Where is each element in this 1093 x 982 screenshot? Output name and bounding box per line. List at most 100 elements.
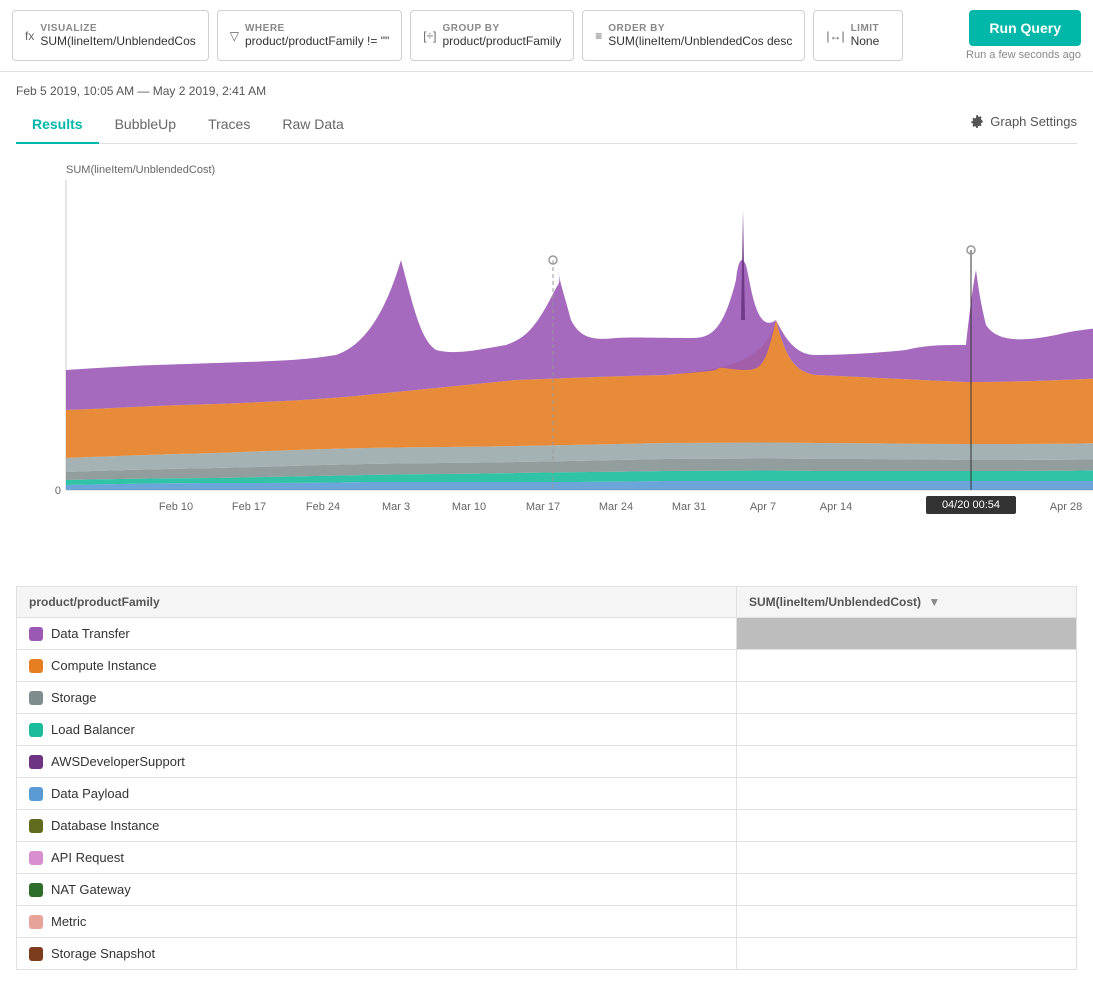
table-row: Storage (17, 682, 1077, 714)
row-label-aws-developer-support: AWSDeveloperSupport (17, 746, 737, 778)
row-label-storage-snapshot: Storage Snapshot (17, 938, 737, 970)
chart-svg: 0 04/20 0 (66, 180, 1093, 530)
svg-text:0: 0 (55, 485, 61, 497)
chart-y-label: SUM(lineItem/UnblendedCost) (66, 164, 1077, 176)
table-row: Compute Instance (17, 650, 1077, 682)
where-value: product/productFamily != "" (245, 34, 389, 48)
row-value-data-transfer (737, 618, 1077, 650)
orderby-label: ORDER BY (608, 23, 792, 34)
svg-text:Mar 3: Mar 3 (382, 501, 410, 513)
color-swatch-data-transfer (29, 627, 43, 641)
row-value-load-balancer (737, 714, 1077, 746)
svg-text:Mar 24: Mar 24 (599, 501, 633, 513)
tab-bubbleup[interactable]: BubbleUp (99, 108, 193, 144)
tab-results[interactable]: Results (16, 108, 99, 144)
table-row: Data Payload (17, 778, 1077, 810)
svg-text:Apr 28: Apr 28 (1050, 501, 1082, 513)
row-value-storage (737, 682, 1077, 714)
svg-text:Apr 7: Apr 7 (750, 501, 776, 513)
color-swatch-api-request (29, 851, 43, 865)
data-table: product/productFamily SUM(lineItem/Unble… (16, 586, 1077, 970)
graph-settings-button[interactable]: Graph Settings (969, 114, 1077, 130)
toolbar: fx VISUALIZE SUM(lineItem/UnblendedCos ▽… (0, 0, 1093, 72)
groupby-label: GROUP BY (443, 23, 562, 34)
color-swatch-database-instance (29, 819, 43, 833)
table-row: Storage Snapshot (17, 938, 1077, 970)
tabs-right: Graph Settings (969, 114, 1077, 138)
row-value-storage-snapshot (737, 938, 1077, 970)
where-icon: ▽ (230, 29, 239, 43)
row-value-database-instance (737, 810, 1077, 842)
table-row: Data Transfer (17, 618, 1077, 650)
tab-rawdata[interactable]: Raw Data (266, 108, 359, 144)
run-time: Run a few seconds ago (966, 49, 1081, 61)
row-label-storage: Storage (17, 682, 737, 714)
where-label: WHERE (245, 23, 389, 34)
col1-header[interactable]: product/productFamily (17, 587, 737, 618)
row-label-load-balancer: Load Balancer (17, 714, 737, 746)
row-value-compute-instance (737, 650, 1077, 682)
visualize-value: SUM(lineItem/UnblendedCos (40, 34, 195, 48)
limit-content: LIMIT None (851, 23, 880, 48)
limit-value: None (851, 34, 880, 48)
svg-text:Feb 24: Feb 24 (306, 501, 340, 513)
svg-text:Apr 14: Apr 14 (820, 501, 852, 513)
where-section[interactable]: ▽ WHERE product/productFamily != "" (217, 10, 402, 61)
table-row: AWSDeveloperSupport (17, 746, 1077, 778)
row-label-data-payload: Data Payload (17, 778, 737, 810)
row-label-data-transfer: Data Transfer (17, 618, 737, 650)
color-swatch-load-balancer (29, 723, 43, 737)
gear-icon (969, 114, 985, 130)
table-row: Load Balancer (17, 714, 1077, 746)
color-swatch-compute-instance (29, 659, 43, 673)
color-swatch-storage-snapshot (29, 947, 43, 961)
orderby-content: ORDER BY SUM(lineItem/UnblendedCos desc (608, 23, 792, 48)
row-label-compute-instance: Compute Instance (17, 650, 737, 682)
groupby-section[interactable]: [÷] GROUP BY product/productFamily (410, 10, 574, 61)
groupby-content: GROUP BY product/productFamily (443, 23, 562, 48)
tab-traces[interactable]: Traces (192, 108, 266, 144)
row-value-aws-developer-support (737, 746, 1077, 778)
color-swatch-metric (29, 915, 43, 929)
graph-settings-label: Graph Settings (990, 114, 1077, 129)
visualize-icon: fx (25, 29, 34, 43)
svg-text:Mar 17: Mar 17 (526, 501, 560, 513)
limit-icon: |↔| (826, 29, 844, 43)
visualize-content: VISUALIZE SUM(lineItem/UnblendedCos (40, 23, 195, 48)
chart-container: SUM(lineItem/UnblendedCost) 0 (16, 156, 1077, 570)
limit-section[interactable]: |↔| LIMIT None (813, 10, 903, 61)
svg-text:Feb 17: Feb 17 (232, 501, 266, 513)
tabs: Results BubbleUp Traces Raw Data Graph S… (16, 108, 1077, 144)
color-swatch-storage (29, 691, 43, 705)
svg-text:Feb 10: Feb 10 (159, 501, 193, 513)
groupby-icon: [÷] (423, 29, 436, 43)
svg-text:04/20 00:54: 04/20 00:54 (942, 499, 1000, 511)
orderby-icon: ≡ (595, 29, 602, 43)
svg-text:Mar 10: Mar 10 (452, 501, 486, 513)
orderby-value: SUM(lineItem/UnblendedCos desc (608, 34, 792, 48)
visualize-section[interactable]: fx VISUALIZE SUM(lineItem/UnblendedCos (12, 10, 209, 61)
row-value-data-payload (737, 778, 1077, 810)
row-label-database-instance: Database Instance (17, 810, 737, 842)
orderby-section[interactable]: ≡ ORDER BY SUM(lineItem/UnblendedCos des… (582, 10, 805, 61)
color-swatch-data-payload (29, 787, 43, 801)
date-range: Feb 5 2019, 10:05 AM — May 2 2019, 2:41 … (16, 84, 1077, 98)
row-value-api-request (737, 842, 1077, 874)
row-label-api-request: API Request (17, 842, 737, 874)
table-row: Metric (17, 906, 1077, 938)
run-query-area: Run Query Run a few seconds ago (966, 10, 1081, 61)
content-area: Feb 5 2019, 10:05 AM — May 2 2019, 2:41 … (0, 72, 1093, 982)
color-swatch-aws-developer-support (29, 755, 43, 769)
table-row: API Request (17, 842, 1077, 874)
col2-header[interactable]: SUM(lineItem/UnblendedCost) ▼ (737, 587, 1077, 618)
groupby-value: product/productFamily (443, 34, 562, 48)
sort-icon: ▼ (928, 595, 940, 609)
svg-text:Mar 31: Mar 31 (672, 501, 706, 513)
where-content: WHERE product/productFamily != "" (245, 23, 389, 48)
limit-label: LIMIT (851, 23, 880, 34)
run-query-button[interactable]: Run Query (969, 10, 1081, 46)
table-row: Database Instance (17, 810, 1077, 842)
row-value-metric (737, 906, 1077, 938)
row-label-metric: Metric (17, 906, 737, 938)
visualize-label: VISUALIZE (40, 23, 195, 34)
